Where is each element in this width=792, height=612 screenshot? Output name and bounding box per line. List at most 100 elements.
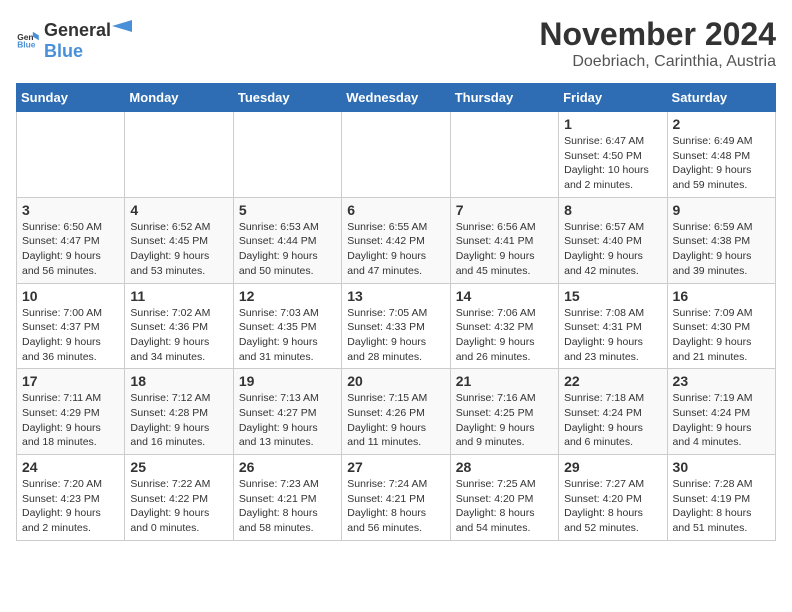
calendar-cell: 22Sunrise: 7:18 AM Sunset: 4:24 PM Dayli… <box>559 369 667 455</box>
weekday-header-sunday: Sunday <box>17 84 125 112</box>
calendar-cell: 16 Sunrise: 7:09 AM Sunset: 4:30 PM Dayli… <box>667 283 775 369</box>
logo-general-text: General <box>44 20 111 41</box>
calendar-cell <box>125 112 233 198</box>
calendar-cell <box>17 112 125 198</box>
day-number: 13 <box>347 288 444 304</box>
day-info: Sunrise: 6:50 AM Sunset: 4:47 PM Dayligh… <box>22 220 119 279</box>
day-info: Sunrise: 6:55 AM Sunset: 4:42 PM Dayligh… <box>347 220 444 279</box>
calendar-cell: 28 Sunrise: 7:25 AM Sunset: 4:20 PM Dayli… <box>450 455 558 541</box>
day-info: Sunrise: 6:57 AM Sunset: 4:40 PM Dayligh… <box>564 220 661 279</box>
calendar-week-4: 17Sunrise: 7:11 AM Sunset: 4:29 PM Dayli… <box>17 369 776 455</box>
day-info: Sunrise: 6:52 AM Sunset: 4:45 PM Dayligh… <box>130 220 227 279</box>
calendar-cell: 27 Sunrise: 7:24 AM Sunset: 4:21 PM Dayli… <box>342 455 450 541</box>
calendar-cell: 15 Sunrise: 7:08 AM Sunset: 4:31 PM Dayli… <box>559 283 667 369</box>
day-info: Sunrise: 7:15 AM Sunset: 4:26 PM Dayligh… <box>347 391 444 450</box>
day-info: Sunrise: 7:18 AM Sunset: 4:24 PM Dayligh… <box>564 391 661 450</box>
calendar-cell: 11Sunrise: 7:02 AM Sunset: 4:36 PM Dayli… <box>125 283 233 369</box>
calendar-week-5: 24 Sunrise: 7:20 AM Sunset: 4:23 PM Dayli… <box>17 455 776 541</box>
day-info: Sunrise: 7:20 AM Sunset: 4:23 PM Dayligh… <box>22 477 119 536</box>
calendar-cell: 5 Sunrise: 6:53 AM Sunset: 4:44 PM Daylig… <box>233 197 341 283</box>
day-info: Sunrise: 7:06 AM Sunset: 4:32 PM Dayligh… <box>456 306 553 365</box>
day-number: 12 <box>239 288 336 304</box>
day-number: 7 <box>456 202 553 218</box>
day-info: Sunrise: 7:13 AM Sunset: 4:27 PM Dayligh… <box>239 391 336 450</box>
day-info: Sunrise: 7:24 AM Sunset: 4:21 PM Dayligh… <box>347 477 444 536</box>
calendar-cell: 13 Sunrise: 7:05 AM Sunset: 4:33 PM Dayli… <box>342 283 450 369</box>
calendar-cell: 17Sunrise: 7:11 AM Sunset: 4:29 PM Dayli… <box>17 369 125 455</box>
calendar-table: SundayMondayTuesdayWednesdayThursdayFrid… <box>16 83 776 541</box>
weekday-header-thursday: Thursday <box>450 84 558 112</box>
day-info: Sunrise: 7:16 AM Sunset: 4:25 PM Dayligh… <box>456 391 553 450</box>
day-info: Sunrise: 7:05 AM Sunset: 4:33 PM Dayligh… <box>347 306 444 365</box>
calendar-cell: 4 Sunrise: 6:52 AM Sunset: 4:45 PM Daylig… <box>125 197 233 283</box>
day-info: Sunrise: 7:03 AM Sunset: 4:35 PM Dayligh… <box>239 306 336 365</box>
calendar-cell: 19 Sunrise: 7:13 AM Sunset: 4:27 PM Dayli… <box>233 369 341 455</box>
weekday-header-monday: Monday <box>125 84 233 112</box>
day-number: 2 <box>673 116 770 132</box>
calendar-cell: 3Sunrise: 6:50 AM Sunset: 4:47 PM Daylig… <box>17 197 125 283</box>
calendar-cell: 2 Sunrise: 6:49 AM Sunset: 4:48 PM Daylig… <box>667 112 775 198</box>
day-number: 24 <box>22 459 119 475</box>
day-info: Sunrise: 7:25 AM Sunset: 4:20 PM Dayligh… <box>456 477 553 536</box>
calendar-cell: 25 Sunrise: 7:22 AM Sunset: 4:22 PM Dayli… <box>125 455 233 541</box>
day-number: 30 <box>673 459 770 475</box>
day-info: Sunrise: 7:12 AM Sunset: 4:28 PM Dayligh… <box>130 391 227 450</box>
calendar-cell: 23Sunrise: 7:19 AM Sunset: 4:24 PM Dayli… <box>667 369 775 455</box>
day-info: Sunrise: 7:08 AM Sunset: 4:31 PM Dayligh… <box>564 306 661 365</box>
day-number: 5 <box>239 202 336 218</box>
day-info: Sunrise: 6:56 AM Sunset: 4:41 PM Dayligh… <box>456 220 553 279</box>
day-number: 16 <box>673 288 770 304</box>
day-info: Sunrise: 7:11 AM Sunset: 4:29 PM Dayligh… <box>22 391 119 450</box>
calendar-cell: 20 Sunrise: 7:15 AM Sunset: 4:26 PM Dayli… <box>342 369 450 455</box>
calendar-cell: 9 Sunrise: 6:59 AM Sunset: 4:38 PM Daylig… <box>667 197 775 283</box>
day-number: 19 <box>239 373 336 389</box>
calendar-cell <box>342 112 450 198</box>
calendar-cell: 12 Sunrise: 7:03 AM Sunset: 4:35 PM Dayli… <box>233 283 341 369</box>
day-number: 4 <box>130 202 227 218</box>
day-info: Sunrise: 6:47 AM Sunset: 4:50 PM Dayligh… <box>564 134 661 193</box>
calendar-week-3: 10 Sunrise: 7:00 AM Sunset: 4:37 PM Dayli… <box>17 283 776 369</box>
day-number: 6 <box>347 202 444 218</box>
day-number: 23 <box>673 373 770 389</box>
day-number: 9 <box>673 202 770 218</box>
day-number: 21 <box>456 373 553 389</box>
day-info: Sunrise: 6:59 AM Sunset: 4:38 PM Dayligh… <box>673 220 770 279</box>
day-number: 26 <box>239 459 336 475</box>
title-area: November 2024 Doebriach, Carinthia, Aust… <box>539 16 776 71</box>
weekday-header-wednesday: Wednesday <box>342 84 450 112</box>
day-number: 25 <box>130 459 227 475</box>
day-number: 15 <box>564 288 661 304</box>
calendar-cell: 1Sunrise: 6:47 AM Sunset: 4:50 PM Daylig… <box>559 112 667 198</box>
svg-text:Blue: Blue <box>17 39 36 49</box>
logo-icon: Gen Blue <box>16 27 40 51</box>
day-info: Sunrise: 7:27 AM Sunset: 4:20 PM Dayligh… <box>564 477 661 536</box>
day-number: 10 <box>22 288 119 304</box>
weekday-header-tuesday: Tuesday <box>233 84 341 112</box>
day-info: Sunrise: 7:23 AM Sunset: 4:21 PM Dayligh… <box>239 477 336 536</box>
day-info: Sunrise: 6:53 AM Sunset: 4:44 PM Dayligh… <box>239 220 336 279</box>
calendar-cell: 18 Sunrise: 7:12 AM Sunset: 4:28 PM Dayli… <box>125 369 233 455</box>
location-title: Doebriach, Carinthia, Austria <box>539 53 776 71</box>
day-info: Sunrise: 7:22 AM Sunset: 4:22 PM Dayligh… <box>130 477 227 536</box>
day-number: 27 <box>347 459 444 475</box>
calendar-cell: 29Sunrise: 7:27 AM Sunset: 4:20 PM Dayli… <box>559 455 667 541</box>
page-header: Gen Blue General Blue November 2024 Doeb… <box>16 16 776 71</box>
day-info: Sunrise: 7:09 AM Sunset: 4:30 PM Dayligh… <box>673 306 770 365</box>
calendar-cell: 6 Sunrise: 6:55 AM Sunset: 4:42 PM Daylig… <box>342 197 450 283</box>
weekday-header-saturday: Saturday <box>667 84 775 112</box>
calendar-cell <box>233 112 341 198</box>
calendar-cell: 21 Sunrise: 7:16 AM Sunset: 4:25 PM Dayli… <box>450 369 558 455</box>
calendar-cell <box>450 112 558 198</box>
day-info: Sunrise: 7:00 AM Sunset: 4:37 PM Dayligh… <box>22 306 119 365</box>
calendar-cell: 8 Sunrise: 6:57 AM Sunset: 4:40 PM Daylig… <box>559 197 667 283</box>
day-info: Sunrise: 6:49 AM Sunset: 4:48 PM Dayligh… <box>673 134 770 193</box>
day-number: 28 <box>456 459 553 475</box>
logo-blue-text: Blue <box>44 41 133 62</box>
calendar-week-2: 3Sunrise: 6:50 AM Sunset: 4:47 PM Daylig… <box>17 197 776 283</box>
day-number: 14 <box>456 288 553 304</box>
day-number: 8 <box>564 202 661 218</box>
day-number: 18 <box>130 373 227 389</box>
day-number: 20 <box>347 373 444 389</box>
calendar-cell: 7 Sunrise: 6:56 AM Sunset: 4:41 PM Daylig… <box>450 197 558 283</box>
weekday-header-friday: Friday <box>559 84 667 112</box>
